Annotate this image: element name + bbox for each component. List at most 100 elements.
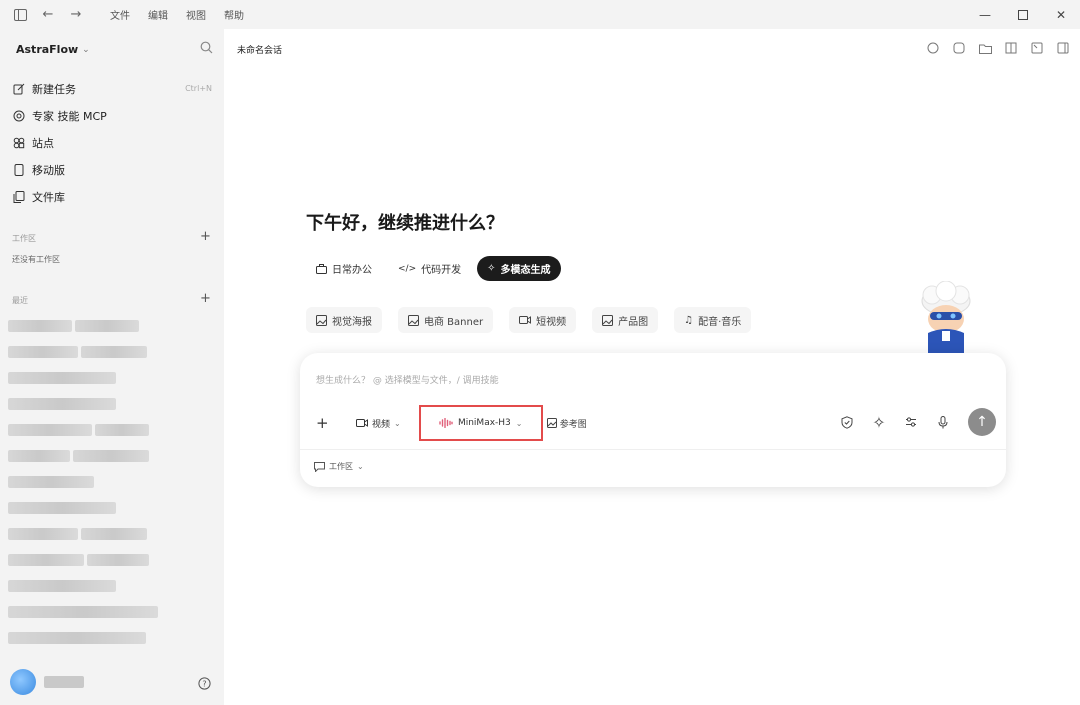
folder-icon[interactable] bbox=[978, 41, 992, 55]
help-icon[interactable]: ? bbox=[198, 677, 212, 691]
video-icon bbox=[356, 418, 368, 428]
back-arrow-icon[interactable]: ← bbox=[40, 7, 56, 23]
list-item[interactable] bbox=[8, 469, 218, 495]
suggestion-chips: 视觉海报 电商 Banner 短视频 产品图 ♫ 配音·音乐 bbox=[306, 307, 752, 333]
list-item[interactable] bbox=[8, 391, 218, 417]
chevron-down-icon: ⌄ bbox=[515, 418, 523, 428]
image-icon bbox=[602, 314, 614, 326]
mascot-illustration bbox=[921, 281, 971, 355]
close-button[interactable]: ✕ bbox=[1042, 0, 1080, 29]
microphone-icon[interactable] bbox=[936, 415, 950, 429]
user-profile[interactable] bbox=[10, 669, 84, 695]
settings-sliders-icon[interactable] bbox=[904, 415, 918, 429]
list-item[interactable] bbox=[8, 625, 218, 651]
image-icon bbox=[408, 314, 419, 326]
menu-view[interactable]: 视图 bbox=[186, 7, 206, 22]
reference-image-button[interactable]: 参考图 bbox=[546, 417, 587, 430]
sidebar-item-label: 新建任务 bbox=[32, 82, 76, 96]
video-icon bbox=[519, 315, 532, 325]
waveform-icon bbox=[439, 418, 453, 428]
menu-edit[interactable]: 编辑 bbox=[148, 7, 168, 22]
workspace-switcher[interactable]: AstraFlow ⌄ bbox=[16, 43, 90, 56]
files-icon bbox=[12, 190, 26, 204]
briefcase-icon bbox=[316, 263, 327, 274]
chip-label: 产品图 bbox=[618, 316, 649, 328]
right-panel-icon[interactable] bbox=[1056, 41, 1070, 55]
send-button[interactable]: ↑ bbox=[968, 408, 996, 436]
minimize-button[interactable]: — bbox=[966, 0, 1004, 29]
chevron-down-icon: ⌄ bbox=[82, 44, 90, 55]
shield-icon[interactable] bbox=[840, 415, 854, 429]
sidebar-item-new-task[interactable]: 新建任务 Ctrl+N bbox=[12, 75, 212, 102]
chat-bubble-icon bbox=[314, 461, 325, 472]
list-item[interactable] bbox=[8, 365, 218, 391]
mobile-icon bbox=[12, 163, 26, 177]
sidebar-item-files[interactable]: 文件库 bbox=[12, 183, 212, 210]
panel-icon[interactable] bbox=[1004, 41, 1018, 55]
sidebar-toggle-icon[interactable] bbox=[12, 7, 28, 23]
arrow-up-icon: ↑ bbox=[976, 414, 988, 430]
svg-text:?: ? bbox=[202, 679, 206, 688]
add-attachment-button[interactable]: + bbox=[316, 414, 334, 432]
tab-multimodal[interactable]: ✧ 多模态生成 bbox=[477, 256, 561, 281]
sidebar-item-experts[interactable]: 专家 技能 MCP bbox=[12, 102, 212, 129]
brand-name: AstraFlow bbox=[16, 43, 79, 56]
list-item[interactable] bbox=[8, 339, 218, 365]
recent-section-title: 最近 bbox=[12, 296, 28, 305]
sidebar: AstraFlow ⌄ 新建任务 Ctrl+N 专家 技能 MCP 站点 移动版… bbox=[0, 29, 224, 705]
session-title[interactable]: 未命名会话 bbox=[237, 43, 282, 56]
workspace-select[interactable]: 工作区 ⌄ bbox=[314, 461, 364, 472]
chip-product-image[interactable]: 产品图 bbox=[592, 307, 659, 333]
tab-code-dev[interactable]: </> 代码开发 bbox=[388, 256, 472, 281]
recent-list bbox=[8, 313, 218, 651]
composer-toolbar: + 视频 ⌄ MiniMax-H3 ⌄ 参考图 ✧ ↑ bbox=[316, 405, 996, 441]
search-icon[interactable] bbox=[200, 41, 216, 57]
list-item[interactable] bbox=[8, 495, 218, 521]
list-item[interactable] bbox=[8, 313, 218, 339]
list-item[interactable] bbox=[8, 599, 218, 625]
model-select[interactable]: MiniMax-H3 ⌄ bbox=[418, 405, 543, 441]
tab-daily-office[interactable]: 日常办公 bbox=[306, 256, 382, 281]
model-label: MiniMax-H3 bbox=[457, 418, 511, 428]
menu-file[interactable]: 文件 bbox=[110, 7, 130, 22]
list-item[interactable] bbox=[8, 547, 218, 573]
list-item[interactable] bbox=[8, 573, 218, 599]
workspace-section-title: 工作区 bbox=[12, 234, 36, 243]
sparkle-icon: ✧ bbox=[487, 263, 496, 274]
list-item[interactable] bbox=[8, 443, 218, 469]
list-item[interactable] bbox=[8, 521, 218, 547]
image-icon bbox=[316, 314, 327, 326]
greeting-heading: 下午好，继续推进什么？ bbox=[306, 213, 504, 234]
reference-label: 参考图 bbox=[559, 419, 587, 430]
chevron-down-icon: ⌄ bbox=[394, 418, 401, 428]
shortcut-hint: Ctrl+N bbox=[185, 84, 212, 93]
mode-tabs: 日常办公 </> 代码开发 ✧ 多模态生成 bbox=[306, 256, 561, 281]
magic-wand-icon[interactable]: ✧ bbox=[872, 413, 886, 432]
menu-help[interactable]: 帮助 bbox=[224, 7, 244, 22]
expand-icon[interactable] bbox=[1030, 41, 1044, 55]
chip-visual-poster[interactable]: 视觉海报 bbox=[306, 307, 382, 333]
list-item[interactable] bbox=[8, 417, 218, 443]
media-type-select[interactable]: 视频 ⌄ bbox=[356, 417, 401, 430]
prompt-input[interactable]: 想生成什么？ @ 选择模型与文件，/ 调用技能 bbox=[316, 373, 499, 386]
info-icon[interactable] bbox=[952, 41, 966, 55]
sidebar-item-mobile[interactable]: 移动版 bbox=[12, 156, 212, 183]
workspace-select-label: 工作区 bbox=[329, 462, 353, 471]
top-toolbar bbox=[926, 41, 1070, 55]
chip-ecommerce-banner[interactable]: 电商 Banner bbox=[398, 307, 494, 333]
avatar bbox=[10, 669, 36, 695]
workspace-empty-text: 还没有工作区 bbox=[12, 255, 60, 264]
maximize-button[interactable] bbox=[1004, 0, 1042, 29]
sidebar-item-sites[interactable]: 站点 bbox=[12, 129, 212, 156]
help-circle-icon[interactable] bbox=[926, 41, 940, 55]
target-icon bbox=[12, 109, 26, 123]
tab-label: 多模态生成 bbox=[500, 265, 551, 276]
add-recent-button[interactable]: + bbox=[200, 291, 211, 306]
forward-arrow-icon[interactable]: → bbox=[68, 7, 84, 23]
chip-label: 视觉海报 bbox=[332, 316, 372, 328]
main-panel: 未命名会话 下午好，继续推进什么？ 日常办公 </> 代码开发 ✧ 多模态生成 … bbox=[224, 29, 1080, 705]
composer-divider bbox=[300, 449, 1006, 450]
chip-voice-music[interactable]: ♫ 配音·音乐 bbox=[674, 307, 752, 333]
add-workspace-button[interactable]: + bbox=[200, 229, 211, 244]
chip-short-video[interactable]: 短视频 bbox=[509, 307, 577, 333]
